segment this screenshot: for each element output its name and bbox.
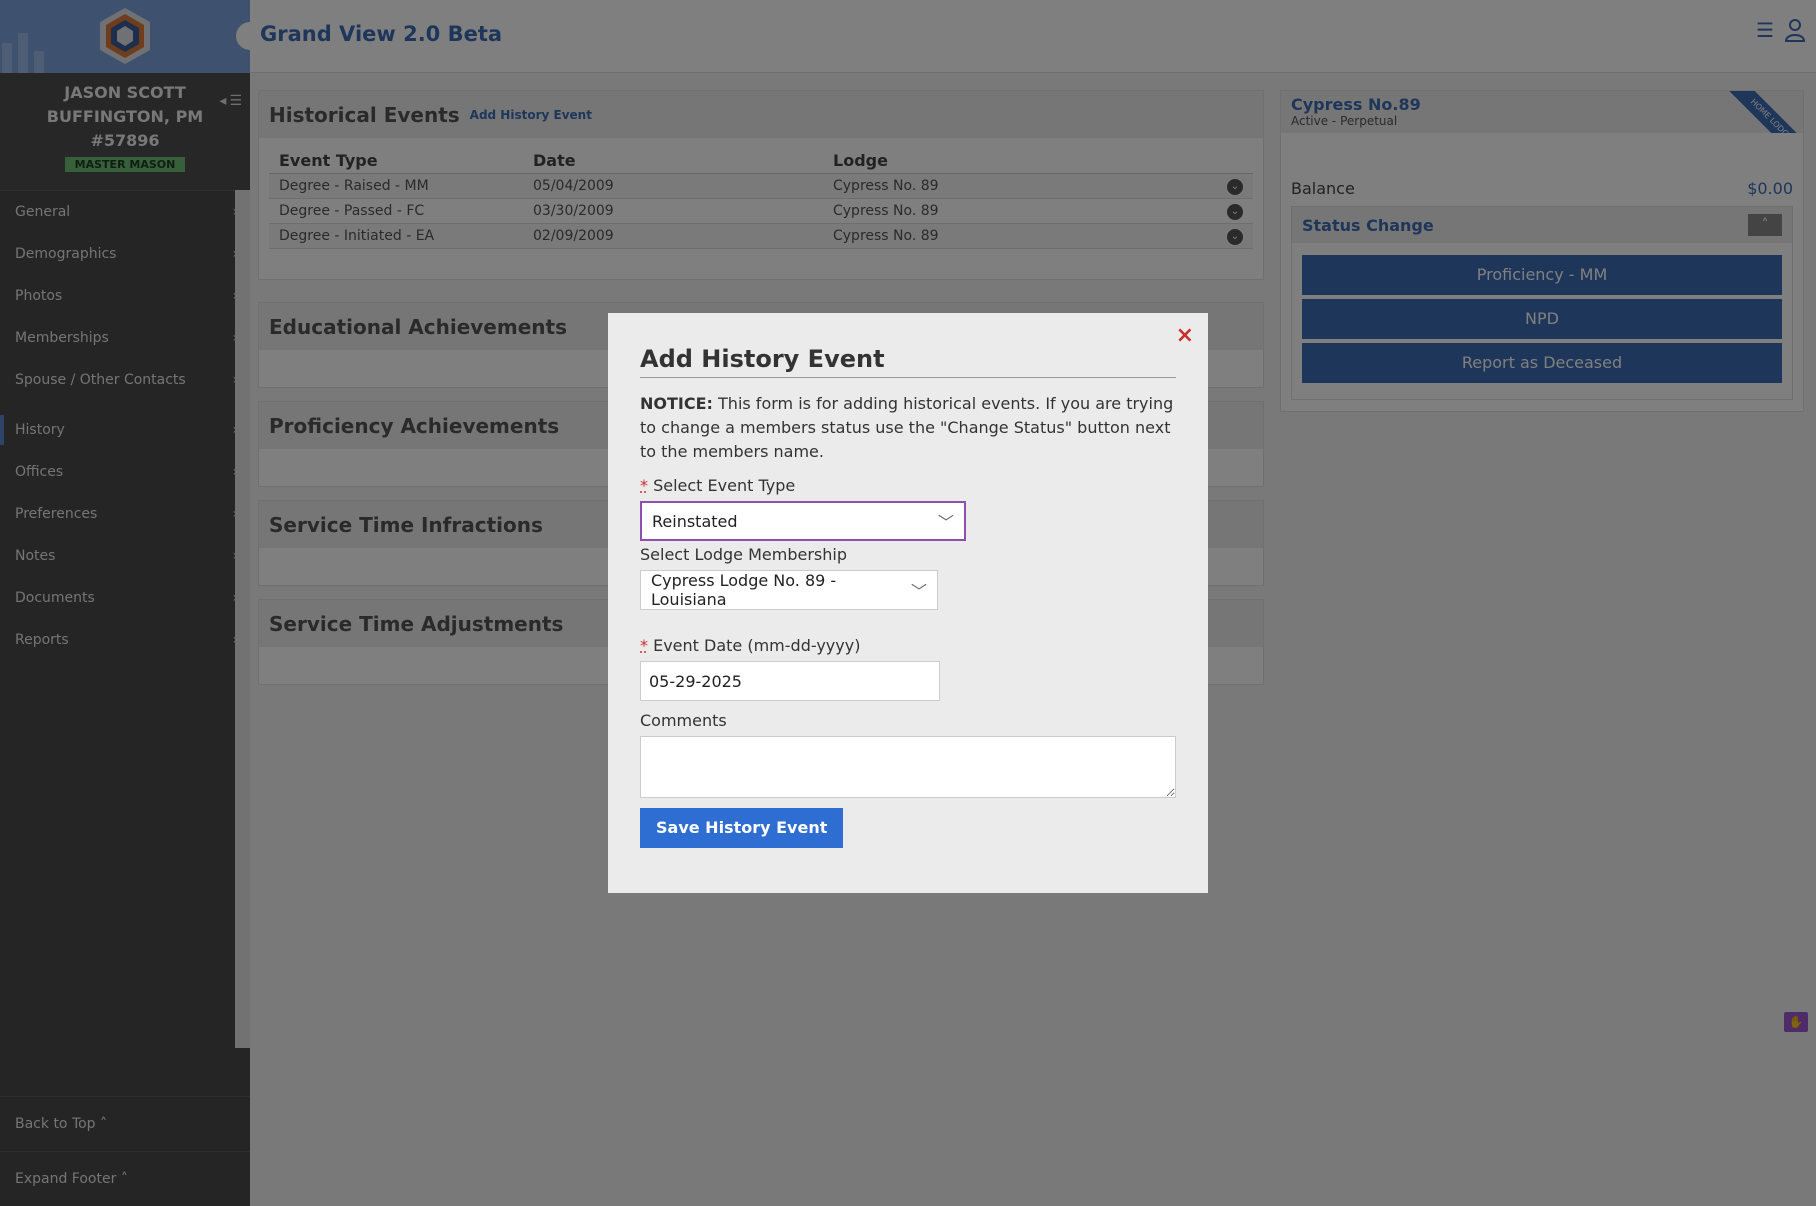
- lodge-membership-label: Select Lodge Membership: [640, 545, 847, 564]
- event-date-label: * Event Date (mm-dd-yyyy): [640, 636, 1176, 655]
- save-history-event-button[interactable]: Save History Event: [640, 808, 844, 848]
- event-type-label-text: Select Event Type: [653, 476, 796, 495]
- event-date-input[interactable]: [640, 661, 940, 701]
- comments-textarea[interactable]: [640, 736, 1176, 798]
- modal-notice: NOTICE: This form is for adding historic…: [640, 392, 1176, 464]
- chevron-down-icon: ﹀: [937, 513, 954, 532]
- event-type-select[interactable]: Reinstated ﹀: [640, 501, 966, 541]
- notice-label: NOTICE:: [640, 394, 713, 413]
- required-marker: *: [640, 476, 648, 495]
- event-date-label-text: Event Date (mm-dd-yyyy): [653, 636, 861, 655]
- event-type-value: Reinstated: [652, 511, 738, 531]
- modal-title: Add History Event: [640, 345, 1176, 378]
- required-marker: *: [640, 636, 648, 655]
- add-history-event-modal: × Add History Event NOTICE: This form is…: [608, 313, 1208, 893]
- event-type-label: * Select Event Type: [640, 476, 1176, 495]
- chevron-down-icon: ﹀: [910, 582, 927, 601]
- lodge-membership-select[interactable]: Cypress Lodge No. 89 - Louisiana ﹀: [640, 570, 938, 610]
- notice-text: This form is for adding historical event…: [640, 394, 1174, 461]
- close-icon[interactable]: ×: [1176, 323, 1194, 348]
- lodge-membership-value: Cypress Lodge No. 89 - Louisiana: [651, 571, 837, 609]
- comments-label: Comments: [640, 711, 727, 730]
